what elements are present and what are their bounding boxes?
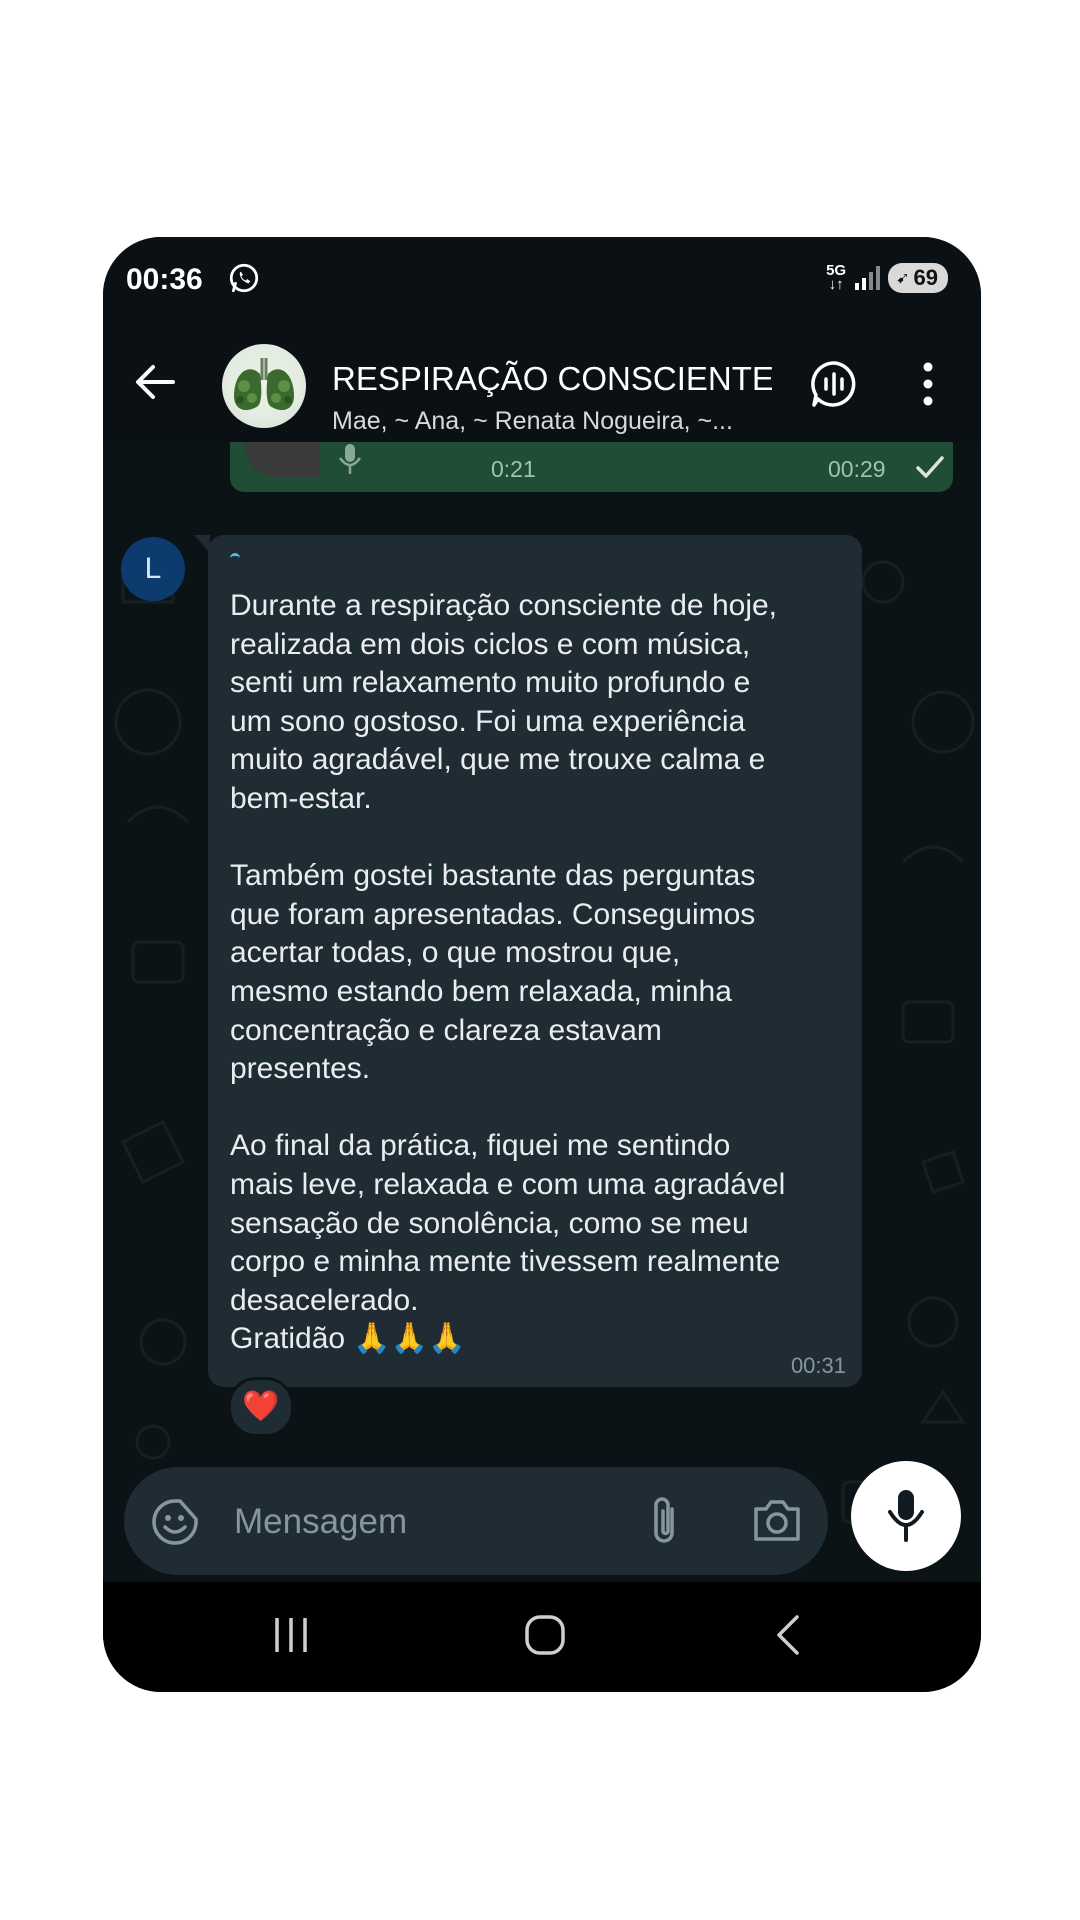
more-options-icon[interactable] <box>921 362 935 406</box>
signal-icon <box>855 266 881 290</box>
recent-apps-icon[interactable] <box>273 1616 309 1654</box>
sender-name-indicator <box>230 553 240 562</box>
voice-duration: 0:21 <box>491 456 536 482</box>
system-navigation-bar <box>103 1582 981 1692</box>
group-members[interactable]: Mae, ~ Ana, ~ Renata Nogueira, ~... <box>332 407 772 436</box>
battery-level: 69 <box>913 265 938 290</box>
status-indicators: 5G ↓↑ ➹ 69 <box>826 259 948 297</box>
battery-indicator: ➹ 69 <box>888 263 948 293</box>
battery-saver-icon: ➹ <box>896 270 910 287</box>
status-time: 00:36 <box>126 263 203 296</box>
outgoing-voice-message[interactable]: 0:21 00:29 <box>230 442 953 492</box>
whatsapp-notification-icon <box>229 263 259 293</box>
voice-sender-avatar <box>246 442 320 477</box>
network-type: 5G ↓↑ <box>826 262 847 293</box>
mic-small-icon <box>338 444 362 474</box>
sticker-emoji-icon[interactable] <box>150 1497 200 1547</box>
message-time: 00:31 <box>790 1353 846 1378</box>
back-arrow-icon[interactable] <box>133 360 177 404</box>
voice-record-button[interactable] <box>851 1461 961 1571</box>
status-bar: 00:36 5G ↓↑ ➹ 69 <box>103 237 981 322</box>
heart-reaction[interactable]: ❤️ <box>228 1377 294 1437</box>
incoming-message[interactable]: Durante a respiração consciente de hoje,… <box>194 535 862 1387</box>
attach-paperclip-icon[interactable] <box>644 1495 684 1547</box>
message-input[interactable] <box>232 1493 536 1551</box>
voice-chat-icon[interactable] <box>809 359 859 409</box>
sent-check-icon <box>916 456 944 478</box>
sender-avatar[interactable]: L <box>121 537 185 601</box>
outgoing-time: 00:29 <box>828 456 886 482</box>
group-avatar[interactable] <box>222 344 306 428</box>
group-title[interactable]: RESPIRAÇÃO CONSCIENTE... <box>332 360 772 398</box>
chat-area[interactable]: 0:21 00:29 L Durante a respiração consci… <box>103 442 981 1582</box>
microphone-icon <box>888 1490 924 1542</box>
nav-back-icon[interactable] <box>773 1614 803 1656</box>
message-input-bar <box>124 1467 828 1575</box>
message-text: Durante a respiração consciente de hoje,… <box>230 589 786 1356</box>
chat-header: RESPIRAÇÃO CONSCIENTE... Mae, ~ Ana, ~ R… <box>103 322 981 442</box>
lungs-image <box>234 358 294 411</box>
home-icon[interactable] <box>524 1614 566 1656</box>
camera-icon[interactable] <box>751 1495 803 1545</box>
